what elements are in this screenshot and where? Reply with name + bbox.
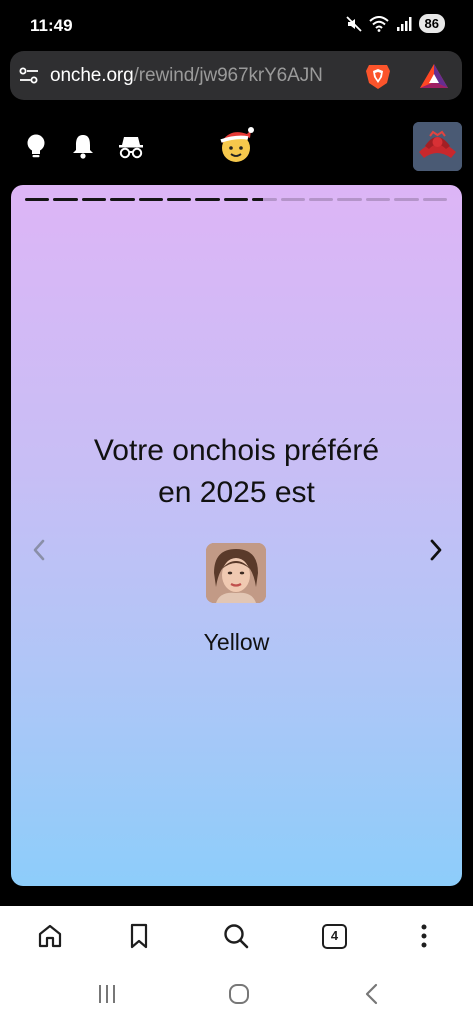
progress-segment <box>167 198 192 201</box>
progress-segment <box>53 198 78 201</box>
battery-indicator: 86 <box>418 14 445 33</box>
progress-segment <box>365 198 391 201</box>
status-bar: 11:49 86 <box>0 0 473 50</box>
home-icon[interactable] <box>36 922 64 950</box>
winner-avatar <box>206 543 266 603</box>
incognito-icon[interactable] <box>117 132 145 160</box>
progress-segment <box>25 198 50 201</box>
user-avatar[interactable] <box>413 122 462 171</box>
status-time: 11:49 <box>30 16 73 35</box>
story-title-line1: Votre onchois préféré <box>93 434 380 467</box>
chevron-right-icon[interactable] <box>426 537 446 563</box>
search-icon[interactable] <box>222 922 250 950</box>
story-title: Votre onchois préféré en 2025 est <box>11 430 462 514</box>
address-bar[interactable]: onche.org/rewind/jw967krY6AJN <box>10 51 462 100</box>
brave-rewards-icon[interactable] <box>419 62 449 90</box>
chevron-left-icon[interactable] <box>29 537 49 563</box>
more-icon[interactable] <box>410 922 438 950</box>
url-domain: onche.org <box>50 64 134 86</box>
url-path: /rewind/jw967krY6AJN <box>133 64 323 86</box>
progress-segment <box>138 198 164 201</box>
progress-segment <box>422 198 448 201</box>
status-icons: 86 <box>345 14 445 33</box>
site-settings-icon[interactable] <box>18 65 40 87</box>
rewind-story-card[interactable]: Votre onchois préféré en 2025 est Yellow <box>11 185 462 886</box>
story-progress <box>25 198 448 201</box>
wifi-icon <box>368 15 389 32</box>
mute-icon <box>345 15 362 32</box>
winner-avatar-image <box>206 543 266 603</box>
screen: 11:49 86 onche.org/rewind/jw967krY6AJN V… <box>0 0 473 1024</box>
recents-icon[interactable] <box>94 981 120 1007</box>
progress-segment <box>394 198 419 201</box>
progress-segment <box>252 198 277 201</box>
url-text[interactable]: onche.org/rewind/jw967krY6AJN <box>50 65 342 87</box>
mascot-logo-icon[interactable] <box>217 126 255 164</box>
back-icon[interactable] <box>359 981 385 1007</box>
brave-shields-icon[interactable] <box>363 61 393 91</box>
progress-segment <box>280 198 306 201</box>
lightbulb-icon[interactable] <box>23 132 49 160</box>
progress-segment <box>337 198 362 201</box>
winner-name: Yellow <box>203 629 270 655</box>
progress-segment <box>309 198 334 201</box>
progress-segment <box>223 198 249 201</box>
bookmark-icon[interactable] <box>125 922 153 950</box>
progress-segment <box>195 198 220 201</box>
browser-toolbar: 4 <box>0 906 473 966</box>
story-title-line2: en 2025 est <box>158 476 315 509</box>
system-navigation-bar <box>0 966 473 1024</box>
signal-icon <box>396 16 412 31</box>
progress-segment <box>81 198 107 201</box>
home-circle-icon[interactable] <box>226 981 252 1007</box>
tabs-button[interactable]: 4 <box>322 924 347 949</box>
progress-segment <box>110 198 135 201</box>
user-avatar-image <box>413 122 462 171</box>
bell-icon[interactable] <box>70 132 96 160</box>
